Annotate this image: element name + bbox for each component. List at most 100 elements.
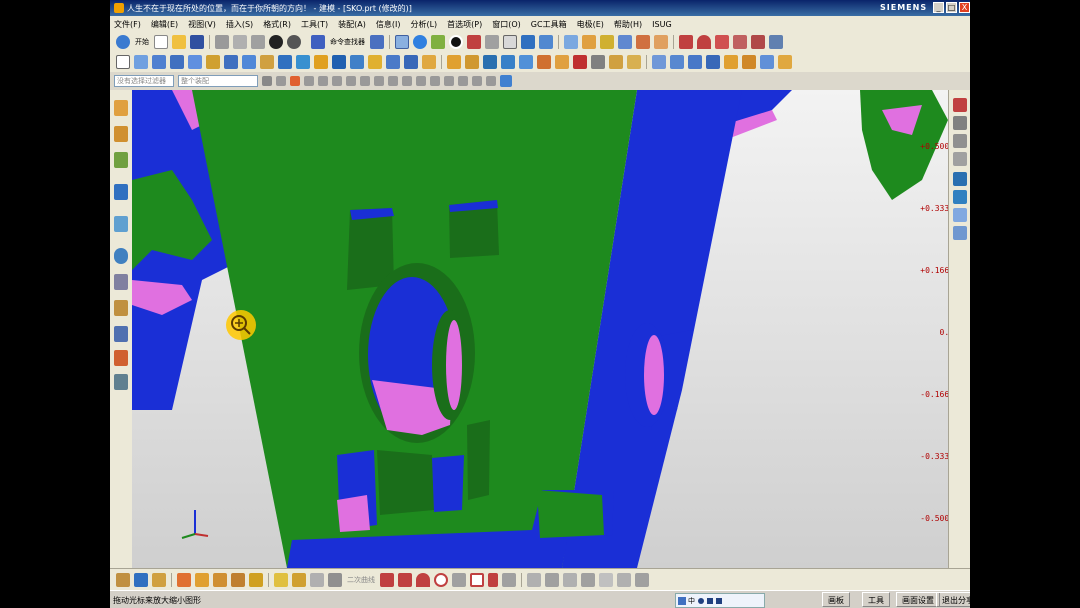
snap-midpoint-icon[interactable] (304, 76, 314, 86)
sketch-icon[interactable] (654, 35, 668, 49)
intersect-icon[interactable] (332, 55, 346, 69)
rib-icon[interactable] (278, 55, 292, 69)
start-menu-label[interactable]: 开始 (135, 37, 149, 47)
menu-analysis[interactable]: 分析(L) (405, 19, 442, 30)
trim-body-icon[interactable] (422, 55, 436, 69)
ime-punct-icon[interactable] (698, 597, 704, 604)
system-scenes-icon[interactable] (114, 374, 128, 390)
menu-preferences[interactable]: 首选项(P) (442, 19, 487, 30)
draft-icon[interactable] (404, 55, 418, 69)
snap-bounded-grid-icon[interactable] (444, 76, 454, 86)
menu-gc-toolbox[interactable]: GC工具箱 (526, 19, 572, 30)
delete-face-icon[interactable] (537, 55, 551, 69)
part-navigator-icon[interactable] (114, 126, 128, 142)
tools-menu-button[interactable]: 工具 (862, 592, 890, 607)
wireframe-icon[interactable] (485, 35, 499, 49)
conic-label[interactable]: 二次曲线 (347, 575, 375, 585)
sketch-orient-icon[interactable] (134, 573, 148, 587)
screen-settings-button[interactable]: 画面设置 (896, 592, 940, 607)
start-icon[interactable] (116, 35, 130, 49)
dimension-icon[interactable] (195, 573, 209, 587)
hd3d-tools-icon[interactable] (114, 216, 128, 232)
thicken-icon[interactable] (573, 55, 587, 69)
snap-perpendicular-icon[interactable] (472, 76, 482, 86)
derived-lines-icon[interactable] (617, 573, 631, 587)
assembly-navigator-icon[interactable] (114, 100, 128, 116)
make-corner-icon[interactable] (581, 573, 595, 587)
offset-curve-icon[interactable] (292, 573, 306, 587)
snap-parallel-icon[interactable] (486, 76, 496, 86)
text-curve-icon[interactable] (769, 35, 783, 49)
rectangle-icon[interactable] (470, 573, 484, 587)
ime-toolbar[interactable]: 中 (675, 593, 765, 608)
selection-scope-dropdown[interactable]: 整个装配 (178, 75, 258, 87)
sketch-plane-icon[interactable] (116, 55, 130, 69)
exit-share-button[interactable]: 退出分享 (936, 592, 970, 607)
trim-sheet-icon[interactable] (778, 55, 792, 69)
through-mesh-icon[interactable] (670, 55, 684, 69)
curve-icon[interactable] (751, 35, 765, 49)
copy-icon[interactable] (233, 35, 247, 49)
constraint-icon[interactable] (213, 573, 227, 587)
history-icon[interactable] (114, 248, 128, 264)
n-sided-surface-icon[interactable] (742, 55, 756, 69)
menu-edit[interactable]: 编辑(E) (146, 19, 183, 30)
line-icon[interactable] (679, 35, 693, 49)
pad-icon[interactable] (224, 55, 238, 69)
ime-settings-icon[interactable] (716, 597, 722, 604)
shaded-display-icon[interactable] (449, 35, 463, 49)
offset-surface-icon[interactable] (760, 55, 774, 69)
reattach-icon[interactable] (152, 573, 166, 587)
system-materials-icon[interactable] (114, 274, 128, 290)
ime-keyboard-icon[interactable] (707, 597, 713, 604)
constraint-navigator-icon[interactable] (114, 152, 128, 168)
replace-face-icon[interactable] (501, 55, 515, 69)
extrude-icon[interactable] (134, 55, 148, 69)
scale-body-icon[interactable] (627, 55, 641, 69)
menu-insert[interactable]: 插入(S) (221, 19, 258, 30)
snap-arc-center-icon[interactable] (346, 76, 356, 86)
new-file-icon[interactable] (154, 35, 168, 49)
fit-view-icon[interactable] (395, 35, 409, 49)
paste-icon[interactable] (251, 35, 265, 49)
face-curvature-icon[interactable] (953, 172, 967, 186)
unite-icon[interactable] (296, 55, 310, 69)
add-existing-curves-icon[interactable] (635, 573, 649, 587)
section-analysis-icon[interactable] (953, 134, 967, 148)
swept-icon[interactable] (688, 55, 702, 69)
project-curve-icon[interactable] (310, 573, 324, 587)
redo-icon[interactable] (287, 35, 301, 49)
menu-electrode[interactable]: 电极(E) (572, 19, 609, 30)
fillet-icon[interactable] (274, 573, 288, 587)
show-constraints-icon[interactable] (231, 573, 245, 587)
command-finder-label[interactable]: 命令查找器 (330, 37, 365, 47)
command-finder-icon[interactable] (311, 35, 325, 49)
conic-icon[interactable] (328, 573, 342, 587)
rotate-view-icon[interactable] (413, 35, 427, 49)
pattern-feature-icon[interactable] (447, 55, 461, 69)
edge-blend-icon[interactable] (350, 55, 364, 69)
snap-control-point-icon[interactable] (318, 76, 328, 86)
selection-filter-icon[interactable] (262, 76, 272, 86)
snap-intersection-icon[interactable] (332, 76, 342, 86)
select-all-icon[interactable] (276, 76, 286, 86)
snap-quadrant-icon[interactable] (360, 76, 370, 86)
close-button[interactable]: X (959, 2, 970, 13)
snap-angle-icon[interactable] (458, 76, 468, 86)
polygon-sketch-icon[interactable] (502, 573, 516, 587)
snap-point-icon[interactable] (582, 35, 596, 49)
background-icon[interactable] (503, 35, 517, 49)
studio-spline-icon[interactable] (380, 573, 394, 587)
graphics-viewport[interactable]: +0.5000 +0.3333 +0.1667 0.0 -0.1667 -0.3… (132, 90, 948, 568)
curve-analysis-icon[interactable] (953, 152, 967, 166)
maximize-button[interactable]: □ (946, 2, 957, 13)
menu-isug[interactable]: ISUG (647, 20, 677, 29)
point-icon[interactable] (488, 573, 498, 587)
cut-icon[interactable] (215, 35, 229, 49)
roles-icon[interactable] (114, 350, 128, 366)
render-style-icon[interactable] (467, 35, 481, 49)
ime-mode-label[interactable]: 中 (688, 596, 695, 606)
snap-existing-point-icon[interactable] (374, 76, 384, 86)
undo-icon[interactable] (269, 35, 283, 49)
through-curves-icon[interactable] (652, 55, 666, 69)
